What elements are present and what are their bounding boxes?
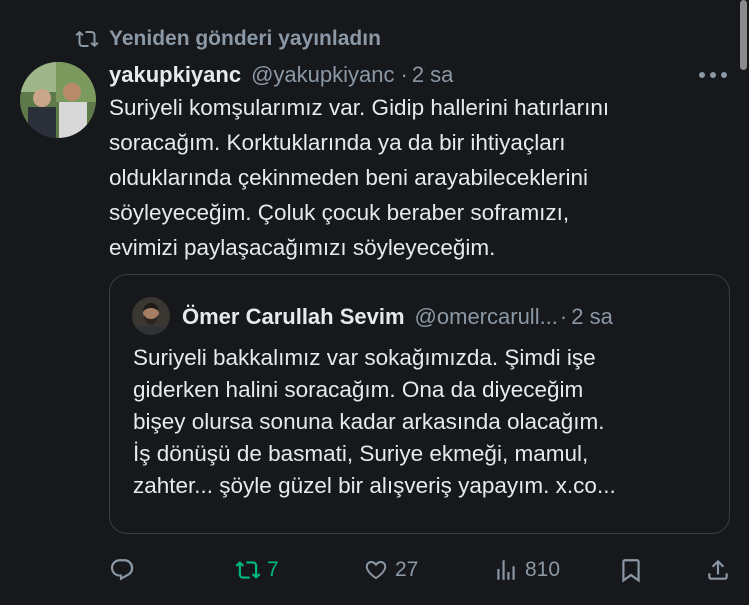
author-name[interactable]: yakupkiyanc [109, 62, 241, 88]
like-count: 27 [395, 558, 419, 581]
action-bar: 7 27 810 [109, 553, 741, 587]
meta-separator: · [400, 62, 408, 87]
bookmark-button[interactable] [618, 553, 644, 587]
more-button[interactable] [697, 60, 729, 90]
bookmark-icon [622, 559, 640, 583]
quote-header: Ömer Carullah Sevim @omercarull... · 2 s… [182, 299, 613, 335]
views-count: 810 [525, 558, 561, 581]
repost-indicator: Yeniden gönderi yayınladın [75, 24, 381, 54]
reply-icon [110, 559, 134, 581]
quote-author-handle: @omercarull... [414, 304, 558, 329]
retweet-icon [235, 561, 261, 579]
quote-time: 2 sa [571, 304, 613, 329]
quote-tweet-card[interactable]: Ömer Carullah Sevim @omercarull... · 2 s… [109, 274, 730, 534]
repost-label: Yeniden gönderi yayınladın [109, 27, 381, 50]
quote-text: Suriyeli bakkalımız var sokağımızda. Şim… [133, 345, 616, 498]
share-button[interactable] [705, 553, 731, 587]
heart-icon [365, 560, 387, 580]
scrollbar[interactable] [740, 0, 747, 70]
tweet-header: yakupkiyanc @yakupkiyanc · 2 sa [109, 58, 453, 92]
retweet-button[interactable]: 7 [235, 553, 279, 587]
share-icon [708, 559, 728, 580]
tweet-time[interactable]: 2 sa [412, 62, 454, 88]
author-handle[interactable]: @yakupkiyanc [251, 62, 394, 88]
repost-icon [75, 30, 99, 48]
more-icon [699, 72, 727, 78]
like-button[interactable]: 27 [363, 553, 418, 587]
author-avatar[interactable] [20, 62, 96, 138]
views-icon [497, 560, 515, 580]
quote-author-avatar [132, 297, 170, 335]
retweet-count: 7 [267, 558, 279, 581]
tweet-text: Suriyeli komşularımız var. Gidip halleri… [109, 95, 610, 260]
quote-author-name: Ömer Carullah Sevim [182, 304, 405, 329]
views-button[interactable]: 810 [493, 553, 560, 587]
reply-button[interactable] [109, 553, 135, 587]
quote-meta-separator: · [559, 304, 568, 329]
